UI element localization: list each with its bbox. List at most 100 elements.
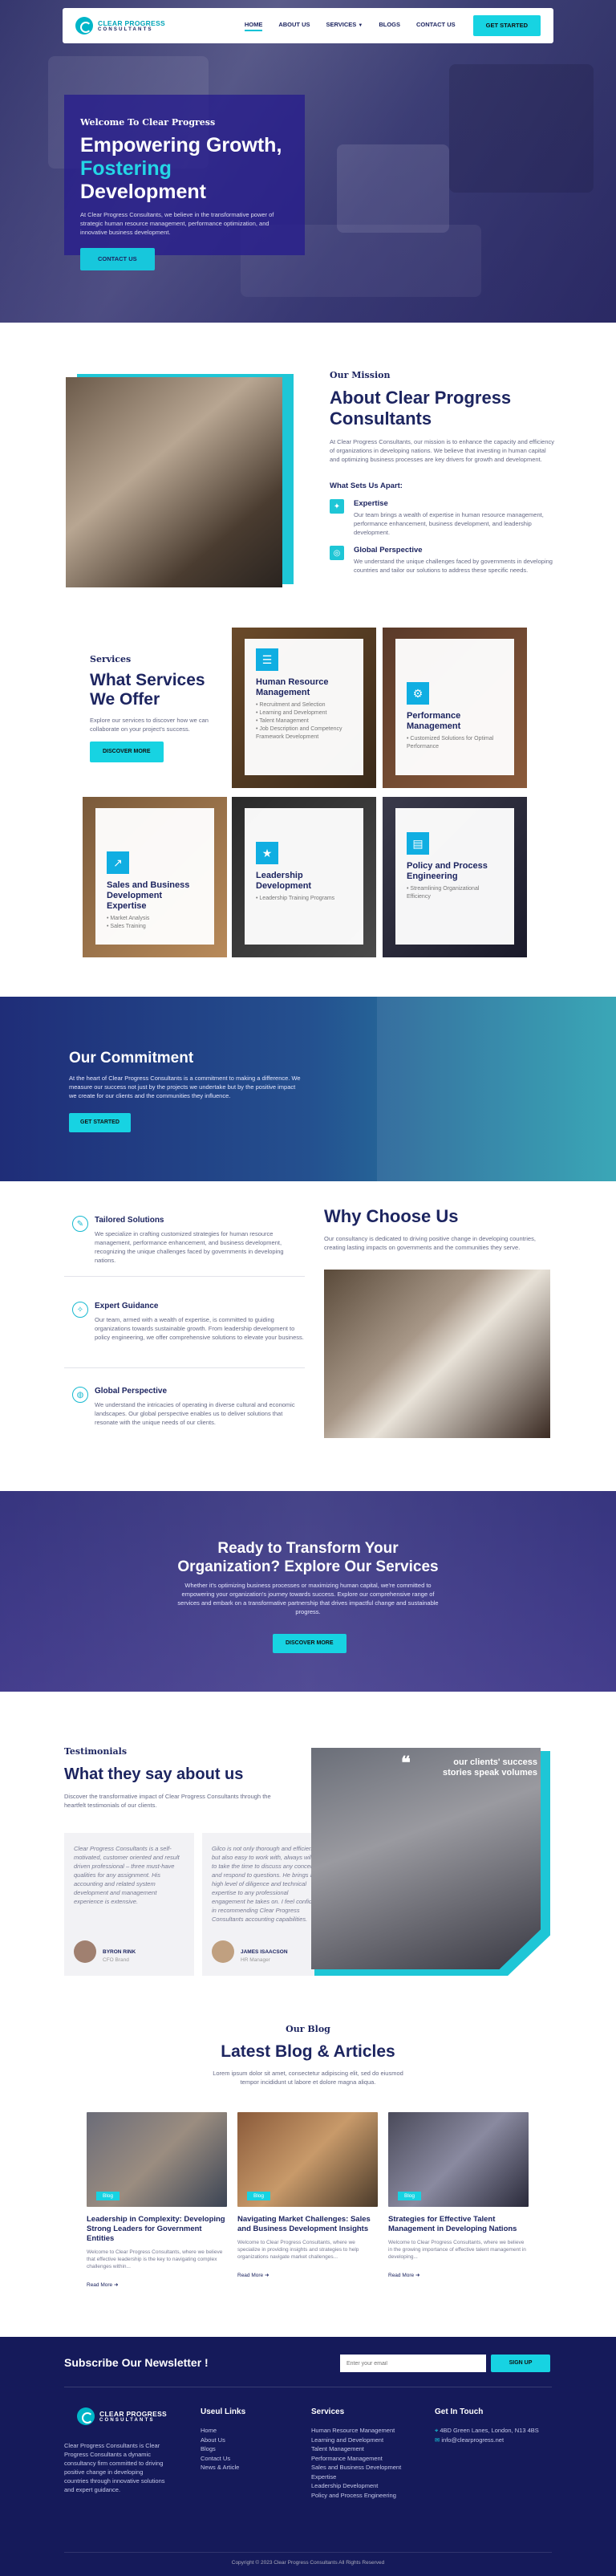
globe-icon: ◎ bbox=[330, 546, 344, 560]
testimonials-image bbox=[311, 1748, 541, 1969]
services-eyebrow: Services bbox=[90, 654, 132, 664]
nav-about[interactable]: ABOUT US bbox=[278, 21, 310, 31]
why-image bbox=[324, 1270, 550, 1438]
footer-service-link[interactable]: Policy and Process Engineering bbox=[311, 2491, 414, 2501]
get-started-button[interactable]: GET STARTED bbox=[472, 15, 541, 36]
footer: Subscribe Our Newsletter ! SIGN UP CLEAR… bbox=[0, 2337, 616, 2576]
cta-section: Ready to Transform Your Organization? Exp… bbox=[0, 1491, 616, 1692]
about-eyebrow: Our Mission bbox=[330, 370, 391, 380]
testimonials-quote-overlay: our clients' success stories speak volum… bbox=[442, 1757, 537, 1778]
service-card-hr[interactable]: ☰ Human Resource Management • Recruitmen… bbox=[232, 628, 376, 788]
feature-expertise: ✦ Expertise Our team brings a wealth of … bbox=[330, 499, 562, 536]
blog-card[interactable]: Blog Navigating Market Challenges: Sales… bbox=[237, 2112, 378, 2278]
hero-section: CLEAR PROGRESS CONSULTANTS HOME ABOUT US… bbox=[0, 0, 616, 323]
discover-more-button[interactable]: DISCOVER MORE bbox=[90, 742, 164, 762]
service-card-performance[interactable]: ⚙ Performance Management • Customized So… bbox=[383, 628, 527, 788]
footer-service-link[interactable]: Leadership Development bbox=[311, 2481, 414, 2491]
nav-contact[interactable]: CONTACT US bbox=[416, 21, 456, 31]
quote-icon: ❝ bbox=[401, 1753, 411, 1773]
footer-about: Clear Progress Consultants is Clear Prog… bbox=[64, 2442, 165, 2493]
signup-button[interactable]: SIGN UP bbox=[491, 2355, 550, 2372]
blog-title: Latest Blog & Articles bbox=[221, 2042, 395, 2061]
blog-eyebrow: Our Blog bbox=[286, 2024, 330, 2034]
commitment-get-started-button[interactable]: GET STARTED bbox=[69, 1113, 131, 1132]
logo-icon bbox=[77, 2407, 95, 2425]
read-more-link[interactable]: Read More ➜ bbox=[237, 2272, 378, 2278]
cta-text: Whether it's optimizing business process… bbox=[177, 1582, 439, 1615]
arrow-right-icon: ➜ bbox=[264, 2273, 270, 2278]
commitment-title: Our Commitment bbox=[69, 1050, 194, 1067]
hr-icon: ☰ bbox=[256, 648, 278, 671]
footer-link-about[interactable]: About Us bbox=[201, 2436, 245, 2445]
about-subheading: What Sets Us Apart: bbox=[330, 481, 403, 490]
chevron-down-icon: ▼ bbox=[358, 22, 363, 28]
newsletter-title: Subscribe Our Newsletter ! bbox=[64, 2356, 209, 2369]
footer-useful-links: Useul Links Home About Us Blogs Contact … bbox=[201, 2407, 246, 2472]
service-card-sales[interactable]: ↗ Sales and Business Development Experti… bbox=[83, 797, 227, 957]
logo-text: CLEAR PROGRESS bbox=[98, 19, 166, 27]
about-description: At Clear Progress Consultants, our missi… bbox=[330, 438, 555, 463]
cta-discover-more-button[interactable]: DISCOVER MORE bbox=[273, 1634, 346, 1653]
arrow-right-icon: ➜ bbox=[113, 2282, 119, 2288]
footer-logo[interactable]: CLEAR PROGRESS CONSULTANTS bbox=[77, 2407, 167, 2425]
nav-menu: HOME ABOUT US SERVICES ▼ BLOGS CONTACT U… bbox=[244, 21, 456, 31]
testimonials-eyebrow: Testimonials bbox=[64, 1746, 128, 1757]
logo-subtext: CONSULTANTS bbox=[98, 27, 153, 32]
why-title: Why Choose Us bbox=[324, 1206, 459, 1226]
footer-service-link[interactable]: Human Resource Management bbox=[311, 2426, 414, 2436]
footer-service-link[interactable]: Sales and Business Development Expertise bbox=[311, 2463, 414, 2481]
location-icon: ⌖ bbox=[435, 2427, 439, 2434]
performance-icon: ⚙ bbox=[407, 682, 429, 705]
testimonials-title: What they say about us bbox=[64, 1765, 244, 1783]
blog-image: Blog bbox=[237, 2112, 378, 2207]
globe-icon: ◍ bbox=[72, 1387, 88, 1403]
service-card-policy[interactable]: ▤ Policy and Process Engineering • Strea… bbox=[383, 797, 527, 957]
footer-email[interactable]: ✉ info@clearprogress.net bbox=[435, 2436, 552, 2445]
contact-us-button[interactable]: CONTACT US bbox=[80, 248, 155, 270]
sales-icon: ↗ bbox=[107, 851, 129, 874]
footer-service-link[interactable]: Performance Management bbox=[311, 2454, 414, 2464]
footer-link-home[interactable]: Home bbox=[201, 2426, 245, 2436]
email-input[interactable] bbox=[340, 2355, 486, 2372]
blog-card[interactable]: Blog Leadership in Complexity: Developin… bbox=[87, 2112, 227, 2288]
footer-service-link[interactable]: Learning and Development bbox=[311, 2436, 414, 2445]
why-tailored: ✎ Tailored Solutions We specialize in cra… bbox=[64, 1216, 305, 1265]
avatar bbox=[212, 1940, 234, 1963]
services-description: Explore our services to discover how we … bbox=[90, 717, 209, 733]
hero-title: Empowering Growth, Fostering Development bbox=[80, 134, 282, 203]
read-more-link[interactable]: Read More ➜ bbox=[87, 2281, 227, 2288]
logo-icon bbox=[75, 17, 93, 35]
commitment-section: Our Commitment At the heart of Clear Pro… bbox=[0, 997, 616, 1181]
service-card-leadership[interactable]: ★ Leadership Development • Leadership Tr… bbox=[232, 797, 376, 957]
expertise-icon: ✦ bbox=[330, 499, 344, 514]
copyright: Copyright © 2023 Clear Progress Consulta… bbox=[231, 2560, 385, 2566]
footer-service-link[interactable]: Talent Management bbox=[311, 2444, 414, 2454]
leadership-icon: ★ bbox=[256, 842, 278, 864]
mail-icon: ✉ bbox=[435, 2436, 440, 2444]
policy-icon: ▤ bbox=[407, 832, 429, 855]
feature-global-perspective: ◎ Global Perspective We understand the u… bbox=[330, 546, 562, 574]
hero-box: Welcome To Clear Progress Empowering Gro… bbox=[64, 95, 305, 270]
why-description: Our consultancy is dedicated to driving … bbox=[324, 1235, 536, 1251]
cta-title: Ready to Transform Your Organization? Exp… bbox=[177, 1540, 439, 1575]
logo[interactable]: CLEAR PROGRESS CONSULTANTS bbox=[75, 17, 165, 35]
blog-description: Lorem ipsum dolor sit amet, consectetur … bbox=[213, 2070, 403, 2086]
arrow-right-icon: ➜ bbox=[415, 2273, 420, 2278]
footer-address: ⌖ 4BD Green Lanes, London, N13 4BS bbox=[435, 2427, 539, 2434]
avatar bbox=[74, 1940, 96, 1963]
footer-link-news[interactable]: News & Article bbox=[201, 2463, 245, 2472]
blog-card[interactable]: Blog Strategies for Effective Talent Man… bbox=[388, 2112, 529, 2278]
blog-image: Blog bbox=[388, 2112, 529, 2207]
nav-services[interactable]: SERVICES ▼ bbox=[326, 21, 363, 31]
read-more-link[interactable]: Read More ➜ bbox=[388, 2272, 529, 2278]
why-global: ◍ Global Perspective We understand the in… bbox=[64, 1387, 305, 1427]
top-navbar: CLEAR PROGRESS CONSULTANTS HOME ABOUT US… bbox=[63, 8, 553, 43]
nav-blogs[interactable]: BLOGS bbox=[379, 21, 400, 31]
testimonial-card: Clear Progress Consultants is a self-mot… bbox=[64, 1833, 194, 1976]
nav-home[interactable]: HOME bbox=[244, 21, 263, 31]
footer-link-contact[interactable]: Contact Us bbox=[201, 2454, 245, 2464]
about-image bbox=[66, 377, 282, 587]
blog-image: Blog bbox=[87, 2112, 227, 2207]
about-title: About Clear Progress Consultants bbox=[330, 388, 512, 429]
footer-link-blogs[interactable]: Blogs bbox=[201, 2444, 245, 2454]
